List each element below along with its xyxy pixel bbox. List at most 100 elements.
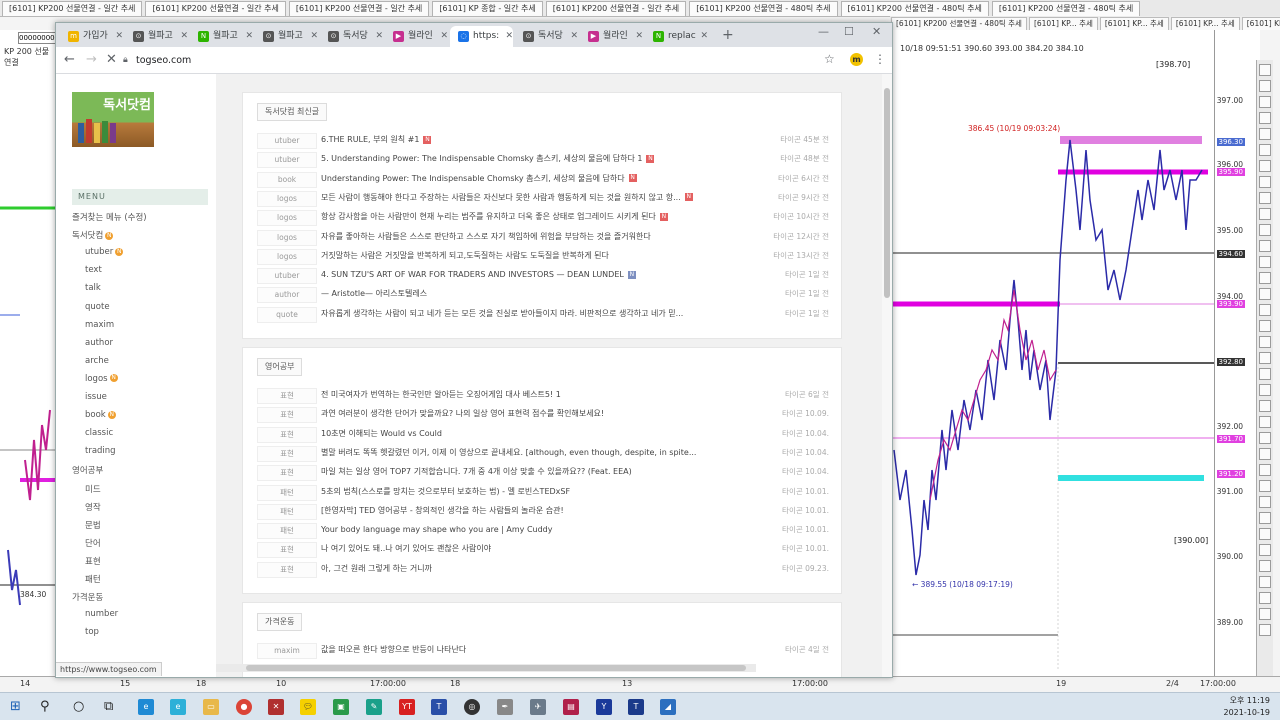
youtube-icon[interactable]: YT xyxy=(399,699,415,715)
category-badge[interactable]: 패턴 xyxy=(257,503,317,520)
tab-close-icon[interactable]: ✕ xyxy=(245,26,253,47)
category-badge[interactable]: 표현 xyxy=(257,426,317,443)
list-item[interactable]: 표현 전 미국여자가 번역하는 한국인만 알아듣는 오징어게임 대사 베스트5! … xyxy=(257,386,829,404)
terminal-window-tab[interactable]: [6101] KP200 선물연결 - 일간 추세 xyxy=(545,1,687,16)
chart-tool-button[interactable] xyxy=(1259,368,1271,380)
edge-icon[interactable]: e xyxy=(138,699,154,715)
tab-close-icon[interactable]: ✕ xyxy=(505,26,513,47)
chart-tool-button[interactable] xyxy=(1259,256,1271,268)
browser-tab[interactable]: ⊙ 월파고 ✕ xyxy=(255,26,318,47)
task-view-icon[interactable]: ⧉ xyxy=(104,698,113,716)
chart-tool-button[interactable] xyxy=(1259,160,1271,172)
list-item[interactable]: 표현 과연 여러분이 생각한 단어가 맞을까요? 나의 일상 영어 표현력 점수를… xyxy=(257,405,829,424)
app-icon[interactable]: ▣ xyxy=(333,699,349,715)
sidebar-item[interactable]: classic xyxy=(85,428,113,438)
list-item[interactable]: 패턴 [한영자막] TED 영어공부 - 창의적인 생각을 하는 사람들의 놀라운… xyxy=(257,502,829,520)
sidebar-item[interactable]: talk xyxy=(85,283,101,293)
browser-tab[interactable]: N 월파고 ✕ xyxy=(190,26,253,47)
app-icon[interactable]: ▤ xyxy=(563,699,579,715)
sidebar-item[interactable]: 영작 xyxy=(85,501,101,513)
post-title[interactable]: 자유롭게 생각하는 사람이 되고 네가 듣는 모든 것을 진실로 받아들이지 마… xyxy=(321,307,741,321)
post-title[interactable]: 전 미국여자가 번역하는 한국인만 알아듣는 오징어게임 대사 베스트5! 1 xyxy=(321,388,741,402)
chart-tool-button[interactable] xyxy=(1259,384,1271,396)
chart-tool-button[interactable] xyxy=(1259,528,1271,540)
app-icon[interactable]: ◎ xyxy=(464,699,480,715)
tab-close-icon[interactable]: ✕ xyxy=(440,26,448,47)
list-item[interactable]: maxim 값을 떠오른 한다 방향으로 반등이 나타난다 타이곤 4일 전 xyxy=(257,641,829,659)
post-title[interactable]: 과연 여러분이 생각한 단어가 맞을까요? 나의 일상 영어 표현력 점수를 확… xyxy=(321,407,741,421)
sidebar-item[interactable]: trading xyxy=(85,446,116,456)
sidebar-item[interactable]: 가격운동 xyxy=(72,591,103,603)
post-title[interactable]: [한영자막] TED 영어공부 - 창의적인 생각을 하는 사람들의 놀라운 습… xyxy=(321,504,741,518)
category-badge[interactable]: 표현 xyxy=(257,445,317,462)
sidebar-item[interactable]: arche xyxy=(85,356,109,366)
site-logo[interactable]: 독서닷컴 xyxy=(72,92,154,147)
post-title[interactable]: 10초면 이해되는 Would vs Could xyxy=(321,427,741,441)
browser-tab[interactable]: ⊙ 독서당 ✕ xyxy=(515,26,578,47)
post-title[interactable]: 5초의 법칙(스스로를 망치는 것으로부터 보호하는 법) - 멜 로빈스TED… xyxy=(321,485,741,499)
post-title[interactable]: 마일 쳐는 일상 영어 TOP7 기적합습니다. 7개 중 4개 이상 맞출 수… xyxy=(321,465,741,479)
stop-loading-icon[interactable]: ✕ xyxy=(106,52,117,68)
cortana-icon[interactable]: ○ xyxy=(73,698,84,716)
chart-tool-button[interactable] xyxy=(1259,64,1271,76)
list-item[interactable]: 표현 10초면 이해되는 Would vs Could 타이곤 10.04. xyxy=(257,425,829,443)
close-window-button[interactable]: ✕ xyxy=(872,25,881,38)
chart-tool-button[interactable] xyxy=(1259,208,1271,220)
chart-tool-button[interactable] xyxy=(1259,96,1271,108)
post-title[interactable]: 6.THE RULE, 부의 원칙 #1 N xyxy=(321,133,741,147)
chart-tool-button[interactable] xyxy=(1259,240,1271,252)
chart-tool-button[interactable] xyxy=(1259,464,1271,476)
app-icon[interactable]: ✈ xyxy=(530,699,546,715)
edge-beta-icon[interactable]: e xyxy=(170,699,186,715)
chart-tool-button[interactable] xyxy=(1259,480,1271,492)
chart-tool-button[interactable] xyxy=(1259,608,1271,620)
chart-tool-button[interactable] xyxy=(1259,176,1271,188)
sidebar-item[interactable]: 영어공부 xyxy=(72,464,103,476)
chart-tool-button[interactable] xyxy=(1259,144,1271,156)
terminal-window-tab[interactable]: [6101] KP200 선물연결 - 일간 추세 xyxy=(2,1,143,16)
chart-tool-button[interactable] xyxy=(1259,272,1271,284)
list-item[interactable]: utuber 5. Understanding Power: The Indisp… xyxy=(257,150,829,169)
sidebar-item[interactable]: logos N xyxy=(85,374,118,384)
sidebar-item[interactable]: text xyxy=(85,265,102,275)
post-title[interactable]: Understanding Power: The Indispensable C… xyxy=(321,172,741,186)
sidebar-item[interactable]: quote xyxy=(85,302,110,312)
sidebar-item[interactable]: 단어 xyxy=(85,537,101,549)
chart-tool-button[interactable] xyxy=(1259,544,1271,556)
chart-tool-button[interactable] xyxy=(1259,192,1271,204)
list-item[interactable]: utuber 4. SUN TZU'S ART OF WAR FOR TRADER… xyxy=(257,266,829,285)
browser-tab[interactable]: m 가입가 ✕ xyxy=(60,26,123,47)
horizontal-scrollbar[interactable] xyxy=(216,664,756,672)
list-item[interactable]: 패턴 Your body language may shape who you a… xyxy=(257,521,829,540)
sidebar-item[interactable]: 문법 xyxy=(85,519,101,531)
list-item[interactable]: 패턴 5초의 법칙(스스로를 망치는 것으로부터 보호하는 법) - 멜 로빈스T… xyxy=(257,483,829,501)
post-title[interactable]: 아, 그건 원래 그렇게 하는 거니까 xyxy=(321,562,741,576)
chart-tool-button[interactable] xyxy=(1259,224,1271,236)
browser-tab[interactable]: Nreplac ✕ xyxy=(645,26,708,47)
sidebar-item[interactable]: author xyxy=(85,338,113,348)
category-badge[interactable]: 표현 xyxy=(257,465,317,482)
address-bar[interactable]: togseo.com xyxy=(136,55,191,66)
chart-tool-button[interactable] xyxy=(1259,496,1271,508)
bookmark-star-icon[interactable]: ☆ xyxy=(824,52,835,66)
post-title[interactable]: 자유를 좋아하는 사람들은 스스로 판단하고 스스로 자기 책임하에 위험을 부… xyxy=(321,230,741,244)
windows-start-icon[interactable]: ⊞ xyxy=(10,698,21,716)
sidebar-item[interactable]: 독서닷컴 N xyxy=(72,229,114,241)
post-title[interactable]: 모든 사람이 행동해야 한다고 주장하는 사람들은 자신보다 못한 사람과 행동… xyxy=(321,191,741,205)
category-badge[interactable]: book xyxy=(257,171,317,188)
chart-tool-button[interactable] xyxy=(1259,416,1271,428)
category-badge[interactable]: utuber xyxy=(257,268,317,285)
browser-tab[interactable]: ▶ 월라인 ✕ xyxy=(580,26,643,47)
sidebar-item[interactable]: maxim xyxy=(85,320,114,330)
browser-tab[interactable]: ⊙ 독서당 ✕ xyxy=(320,26,383,47)
new-tab-button[interactable]: + xyxy=(722,27,734,43)
search-icon[interactable]: ⚲ xyxy=(40,698,50,716)
scrollbar-thumb[interactable] xyxy=(884,88,890,298)
app-icon[interactable]: ✒ xyxy=(497,699,513,715)
panel-title[interactable]: 영어공부 xyxy=(257,358,303,376)
category-badge[interactable]: 표현 xyxy=(257,542,317,559)
category-badge[interactable]: quote xyxy=(257,306,317,323)
list-item[interactable]: quote 자유롭게 생각하는 사람이 되고 네가 듣는 모든 것을 진실로 받아… xyxy=(257,305,829,323)
chart-tool-button[interactable] xyxy=(1259,512,1271,524)
tab-close-icon[interactable]: ✕ xyxy=(375,26,383,47)
